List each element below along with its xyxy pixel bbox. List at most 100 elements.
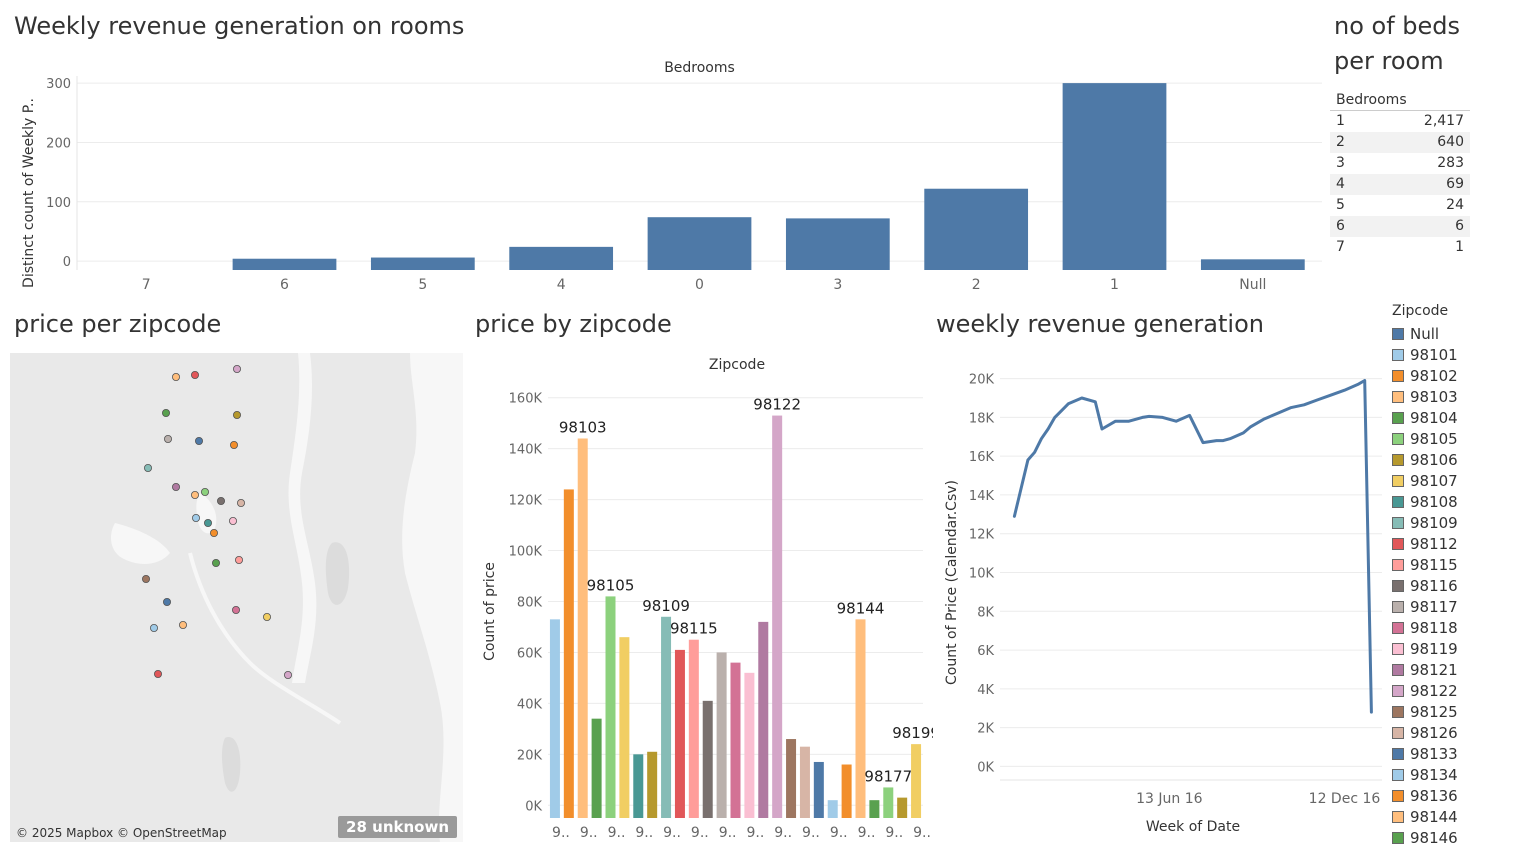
beds-table-row: 3 283: [1330, 153, 1470, 174]
land-island: [221, 737, 241, 792]
legend-swatch: [1392, 348, 1404, 361]
zipcode-bar-label: 98105: [587, 576, 635, 594]
map-zipcode-marker: [161, 409, 170, 418]
map-zipcode-marker: [190, 370, 199, 379]
legend-swatch: [1392, 663, 1404, 676]
beds-table-count-cell: 24: [1446, 197, 1464, 213]
unknown-locations-badge[interactable]: 28 unknown: [338, 816, 457, 838]
bedrooms-xtick-label: 2: [972, 277, 981, 293]
legend-label: 98136: [1410, 786, 1458, 805]
legend-item[interactable]: 98109: [1392, 512, 1517, 533]
legend-item[interactable]: 98108: [1392, 491, 1517, 512]
legend-item[interactable]: 98121: [1392, 659, 1517, 680]
zipcode-xtick-label: 9..: [802, 825, 820, 841]
legend-item[interactable]: 98136: [1392, 785, 1517, 806]
water-duwamish: [188, 552, 342, 725]
legend-label: 98115: [1410, 555, 1458, 574]
weekly-xlabel: Week of Date: [1146, 819, 1240, 835]
zipcode-bar-label: 98115: [670, 620, 718, 638]
legend-label: 98102: [1410, 366, 1458, 385]
weekly-ytick-label: 12K: [969, 528, 995, 543]
legend-swatch: [1392, 516, 1404, 529]
legend-item[interactable]: 98133: [1392, 743, 1517, 764]
zipcode-map[interactable]: © 2025 Mapbox © OpenStreetMap 28 unknown: [10, 353, 463, 842]
zipcode-xtick-label: 9..: [552, 825, 570, 841]
weekly-chart-title: weekly revenue generation: [936, 310, 1264, 338]
legend-swatch: [1392, 474, 1404, 487]
zipcode-ytick-label: 80K: [517, 596, 543, 611]
map-zipcode-marker: [231, 605, 240, 614]
zipcode-bar-label: 98199: [892, 724, 933, 742]
legend-label: 98121: [1410, 660, 1458, 679]
zipcode-bar: [605, 596, 616, 818]
beds-table-count-cell: 1: [1455, 239, 1464, 255]
bedrooms-bar: [1062, 83, 1167, 270]
legend-swatch: [1392, 600, 1404, 613]
legend-item[interactable]: 98102: [1392, 365, 1517, 386]
map-zipcode-marker: [283, 670, 292, 679]
weekly-ylabel: Count of Price (Calendar.Csv): [944, 480, 960, 685]
legend-item[interactable]: 98112: [1392, 533, 1517, 554]
zipcode-bar: [730, 662, 741, 818]
zipcode-bar: [869, 800, 880, 818]
legend-item[interactable]: 98126: [1392, 722, 1517, 743]
zipcode-ylabel: Count of price: [482, 562, 498, 661]
legend-item[interactable]: 98116: [1392, 575, 1517, 596]
zipcode-xtick-label: 9..: [663, 825, 681, 841]
legend-item[interactable]: 98122: [1392, 680, 1517, 701]
legend-item[interactable]: 98119: [1392, 638, 1517, 659]
zipcode-xtick-label: 9..: [774, 825, 792, 841]
legend-item[interactable]: 98115: [1392, 554, 1517, 575]
weekly-ytick-label: 6K: [977, 644, 994, 659]
legend-item[interactable]: 98146: [1392, 827, 1517, 844]
zipcode-xtick-label: 9..: [913, 825, 931, 841]
legend-item[interactable]: 98105: [1392, 428, 1517, 449]
zipcode-bar: [716, 652, 727, 818]
map-zipcode-marker: [143, 464, 152, 473]
legend-item[interactable]: 98144: [1392, 806, 1517, 827]
beds-table-header: Bedrooms: [1330, 90, 1470, 111]
legend-label: 98109: [1410, 513, 1458, 532]
legend-item[interactable]: 98118: [1392, 617, 1517, 638]
bedrooms-xtick-label: 7: [142, 277, 151, 293]
legend-swatch: [1392, 537, 1404, 550]
zipcode-bar: [758, 621, 769, 818]
beds-table-count-cell: 6: [1370, 215, 1470, 237]
legend-item[interactable]: 98107: [1392, 470, 1517, 491]
legend-swatch: [1392, 684, 1404, 697]
legend-item[interactable]: 98103: [1392, 386, 1517, 407]
zipcode-bar: [702, 700, 713, 818]
beds-table-row: 2 640: [1330, 131, 1470, 153]
legend-item[interactable]: 98101: [1392, 344, 1517, 365]
legend-item[interactable]: 98125: [1392, 701, 1517, 722]
map-zipcode-marker: [228, 516, 237, 525]
bedrooms-bar: [647, 217, 752, 270]
beds-table-count-cell: 283: [1437, 155, 1464, 171]
legend-label: 98103: [1410, 387, 1458, 406]
zipcode-bar-label: 98144: [837, 599, 885, 617]
zipcode-ytick-label: 40K: [517, 697, 543, 712]
zipcode-xtick-label: 9..: [691, 825, 709, 841]
bedrooms-axis-header: Bedrooms: [664, 60, 735, 76]
legend-item[interactable]: 98106: [1392, 449, 1517, 470]
zipcode-xtick-label: 9..: [719, 825, 737, 841]
legend-item[interactable]: 98117: [1392, 596, 1517, 617]
map-attribution[interactable]: © 2025 Mapbox © OpenStreetMap: [16, 826, 227, 840]
legend-swatch: [1392, 453, 1404, 466]
legend-item[interactable]: 98134: [1392, 764, 1517, 785]
map-zipcode-marker: [162, 597, 171, 606]
map-zipcode-marker: [209, 528, 218, 537]
legend-label: Null: [1410, 324, 1440, 343]
legend-swatch: [1392, 579, 1404, 592]
legend-label: 98126: [1410, 723, 1458, 742]
beds-table-row: 4 69: [1330, 173, 1470, 195]
legend-label: 98122: [1410, 681, 1458, 700]
beds-table-count-cell: 69: [1370, 173, 1470, 195]
bedrooms-bar: [370, 257, 475, 270]
legend-item[interactable]: 98104: [1392, 407, 1517, 428]
map-zipcode-marker: [232, 411, 241, 420]
map-zipcode-marker: [203, 518, 212, 527]
zipcode-bar: [883, 787, 894, 818]
legend-label: 98117: [1410, 597, 1458, 616]
legend-item[interactable]: Null: [1392, 323, 1517, 344]
